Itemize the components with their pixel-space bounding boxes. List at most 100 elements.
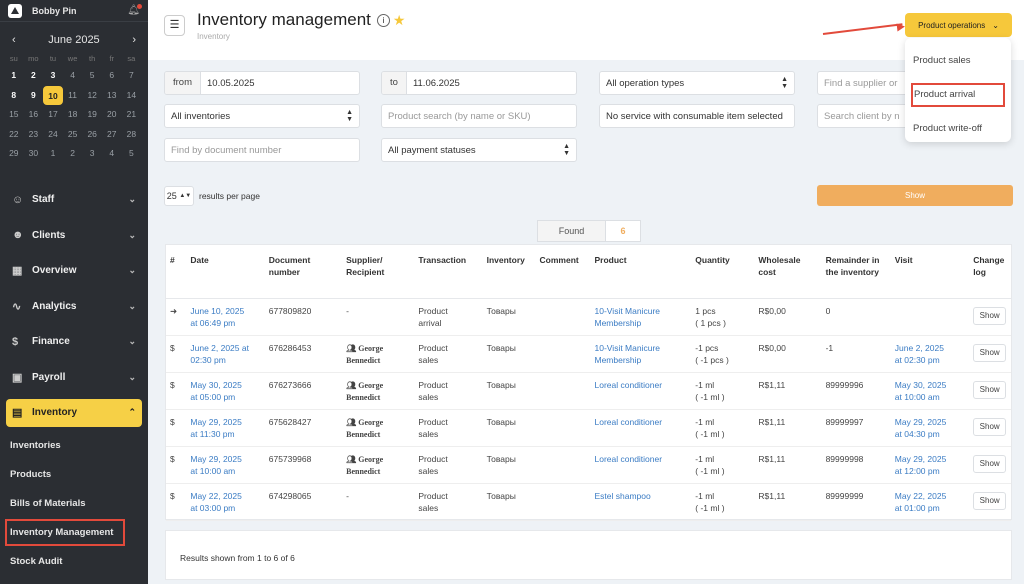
calendar-day[interactable]: 18: [63, 105, 83, 125]
bell-icon[interactable]: 🔔︎: [127, 4, 142, 16]
calendar-day[interactable]: 20: [102, 105, 122, 125]
per-page-select[interactable]: 25 ▲▼: [164, 186, 194, 206]
table-row[interactable]: ➜ June 10, 2025 at 06:49 pm 677809820- Produ…: [166, 298, 1011, 336]
calendar-day[interactable]: 26: [82, 125, 102, 145]
document-number-input[interactable]: Find by document number: [164, 138, 360, 162]
product-cell[interactable]: Loreal conditioner: [590, 446, 692, 484]
inventories-select[interactable]: All inventories ▲ ▼: [164, 104, 360, 128]
date-cell[interactable]: June 2, 2025 at 02:30 pm: [186, 335, 265, 373]
date-cell[interactable]: May 29, 2025 at 10:00 am: [186, 446, 265, 484]
calendar-day[interactable]: 3: [43, 66, 63, 86]
operation-types-select[interactable]: All operation types ▲ ▼: [599, 71, 795, 95]
sidebar-item-inventory[interactable]: ▤ Inventory ⌃: [6, 398, 142, 427]
calendar-day[interactable]: 29: [4, 144, 24, 164]
calendar-day[interactable]: 5: [82, 66, 102, 86]
calendar-day[interactable]: 25: [63, 125, 83, 145]
calendar-day[interactable]: 17: [43, 105, 63, 125]
date-to-field[interactable]: to 11.06.2025: [381, 71, 577, 95]
calendar-day[interactable]: 15: [4, 105, 24, 125]
calendar-day[interactable]: 4: [102, 144, 122, 164]
prev-month-icon[interactable]: ‹: [12, 34, 16, 46]
calendar-day-selected[interactable]: 10: [43, 85, 63, 106]
visit-cell[interactable]: [890, 298, 970, 336]
date-cell[interactable]: June 10, 2025 at 06:49 pm: [186, 298, 265, 336]
calendar-day[interactable]: 16: [24, 105, 44, 125]
table-row[interactable]: $ June 2, 2025 at 02:30 pm 676286453 👥︎ Geor…: [166, 335, 1011, 373]
submenu-item-stock-audit[interactable]: Stock Audit: [0, 547, 148, 576]
menu-item-product-sales[interactable]: Product sales: [905, 44, 1011, 78]
visit-cell[interactable]: June 2, 2025 at 02:30 pm: [890, 335, 970, 373]
menu-item-product-arrival[interactable]: Product arrival: [909, 81, 1007, 109]
supplier-name[interactable]: 👥︎ George Bennedict: [346, 381, 383, 402]
calendar-day[interactable]: 7: [122, 66, 142, 86]
product-cell[interactable]: Loreal conditioner: [590, 372, 692, 410]
sidebar-item-clients[interactable]: ☻ Clients ⌄: [0, 217, 148, 253]
calendar-day[interactable]: 2: [63, 144, 83, 164]
calendar-day[interactable]: 22: [4, 125, 24, 145]
product-operations-button[interactable]: Product operations ⌄: [905, 13, 1012, 37]
sidebar-item-overview[interactable]: ▦ Overview ⌄: [0, 253, 148, 289]
submenu-item-inventory-management[interactable]: Inventory Management: [4, 518, 126, 547]
visit-cell[interactable]: May 29, 2025 at 12:00 pm: [890, 446, 970, 484]
info-icon[interactable]: i: [376, 14, 390, 27]
submenu-item-bills-of-materials[interactable]: Bills of Materials: [0, 489, 148, 518]
sidebar-item-analytics[interactable]: ∿ Analytics ⌄: [0, 288, 148, 324]
show-button[interactable]: Show: [817, 185, 1013, 206]
product-search-input[interactable]: Product search (by name or SKU): [381, 104, 577, 128]
supplier-search-input[interactable]: Find a supplier or: [817, 71, 917, 95]
star-icon[interactable]: ★: [393, 12, 406, 28]
visit-cell[interactable]: May 22, 2025 at 01:00 pm: [890, 483, 970, 521]
date-cell[interactable]: May 30, 2025 at 05:00 pm: [186, 372, 265, 410]
show-change-log-button[interactable]: Show: [973, 491, 1007, 510]
product-cell[interactable]: 10-Visit Manicure Membership: [590, 335, 692, 373]
submenu-item-inventories[interactable]: Inventories: [0, 431, 148, 460]
calendar-day[interactable]: 8: [4, 86, 24, 106]
product-cell[interactable]: Loreal conditioner: [590, 409, 692, 447]
product-cell[interactable]: 10-Visit Manicure Membership: [590, 298, 692, 336]
product-cell[interactable]: Estel shampoo: [590, 483, 692, 521]
calendar-day[interactable]: 13: [102, 86, 122, 106]
calendar-day[interactable]: 11: [63, 86, 83, 106]
sidebar-item-staff[interactable]: ☺ Staff ⌄: [0, 182, 148, 218]
calendar-day[interactable]: 14: [122, 86, 142, 106]
show-change-log-button[interactable]: Show: [973, 454, 1007, 473]
calendar-day[interactable]: 28: [122, 125, 142, 145]
service-select[interactable]: No service with consumable item selected: [599, 104, 795, 128]
user-name[interactable]: Bobby Pin: [32, 6, 127, 16]
date-cell[interactable]: May 29, 2025 at 11:30 pm: [186, 409, 265, 447]
calendar-day[interactable]: 2: [24, 66, 44, 86]
calendar-day[interactable]: 6: [102, 66, 122, 86]
calendar-day[interactable]: 1: [4, 66, 24, 86]
calendar-day[interactable]: 27: [102, 125, 122, 145]
supplier-name[interactable]: 👥︎ George Bennedict: [346, 344, 383, 365]
next-month-icon[interactable]: ›: [132, 34, 136, 46]
submenu-item-products[interactable]: Products: [0, 460, 148, 489]
calendar-day[interactable]: 9: [24, 86, 44, 106]
sidebar-item-payroll[interactable]: ▣ Payroll ⌄: [0, 359, 148, 395]
calendar-day[interactable]: 21: [122, 105, 142, 125]
date-cell[interactable]: May 22, 2025 at 03:00 pm: [186, 483, 265, 521]
calendar-day[interactable]: 23: [24, 125, 44, 145]
table-row[interactable]: $ May 30, 2025 at 05:00 pm 676273666 👥︎ Geor…: [166, 372, 1011, 410]
calendar-day[interactable]: 1: [43, 144, 63, 164]
table-row[interactable]: $ May 29, 2025 at 10:00 am 675739968 👥︎ Geor…: [166, 446, 1011, 484]
calendar-day[interactable]: 24: [43, 125, 63, 145]
client-search-input[interactable]: Search client by n: [817, 104, 917, 128]
visit-cell[interactable]: May 30, 2025 at 10:00 am: [890, 372, 970, 410]
calendar-day[interactable]: 5: [122, 144, 142, 164]
show-change-log-button[interactable]: Show: [973, 306, 1007, 325]
menu-icon[interactable]: ☰: [164, 15, 185, 36]
table-row[interactable]: $ May 22, 2025 at 03:00 pm 674298065- Produc…: [166, 483, 1011, 521]
show-change-log-button[interactable]: Show: [973, 380, 1007, 399]
payment-status-select[interactable]: All payment statuses ▲ ▼: [381, 138, 577, 162]
show-change-log-button[interactable]: Show: [973, 417, 1007, 436]
table-row[interactable]: $ May 29, 2025 at 11:30 pm 675628427 👥︎ Geor…: [166, 409, 1011, 447]
sidebar-item-finance[interactable]: $ Finance ⌄: [0, 324, 148, 360]
show-change-log-button[interactable]: Show: [973, 343, 1007, 362]
calendar-day[interactable]: 12: [82, 86, 102, 106]
calendar-day[interactable]: 4: [63, 66, 83, 86]
supplier-name[interactable]: 👥︎ George Bennedict: [346, 418, 383, 439]
menu-item-product-write-off[interactable]: Product write-off: [905, 112, 1011, 146]
supplier-name[interactable]: 👥︎ George Bennedict: [346, 455, 383, 476]
date-from-field[interactable]: from 10.05.2025: [164, 71, 360, 95]
